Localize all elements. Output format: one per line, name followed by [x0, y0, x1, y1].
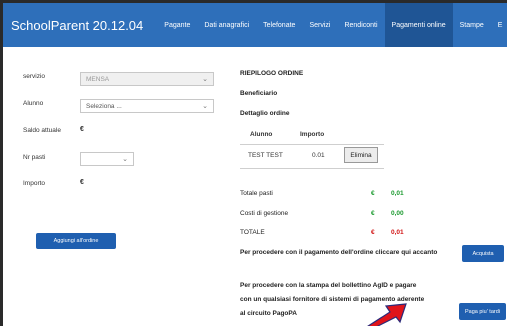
totale-pasti-label: Totale pasti — [240, 190, 273, 197]
totale-value: 0,01 — [391, 229, 404, 236]
importo-label: Importo — [23, 180, 46, 187]
top-navbar: SchoolParent 20.12.04 Pagante Dati anagr… — [3, 3, 507, 47]
acquista-button[interactable]: Acquista — [462, 245, 504, 262]
col-alunno-header: Alunno — [250, 131, 273, 138]
servizio-select: MENSA ⌄ — [80, 72, 214, 86]
table-bottom-line — [240, 168, 384, 169]
costi-value: 0,00 — [391, 210, 404, 217]
saldo-value: € — [80, 126, 84, 133]
nav-pagamenti-online[interactable]: Pagamenti online — [384, 3, 453, 47]
dettaglio-label: Dettaglio ordine — [240, 110, 290, 117]
later-instructions-line1: Per procedere con la stampa del bolletti… — [240, 282, 417, 289]
alunno-label: Alunno — [23, 100, 44, 107]
nav-pagante[interactable]: Pagante — [157, 3, 197, 47]
beneficiario-label: Beneficiario — [240, 90, 278, 97]
table-divider — [240, 144, 384, 145]
nav-more[interactable]: E — [491, 3, 503, 47]
costi-label: Costi di gestione — [240, 210, 289, 217]
paga-piu-tardi-button[interactable]: Paga piu' tardi — [459, 303, 506, 320]
pay-instructions: Per procedere con il pagamento dell'ordi… — [240, 249, 438, 256]
app-brand[interactable]: SchoolParent 20.12.04 — [11, 18, 143, 33]
nr-pasti-label: Nr pasti — [23, 154, 46, 161]
alunno-select[interactable]: Seleziona ... ⌄ — [80, 99, 214, 113]
chevron-down-icon: ⌄ — [122, 156, 128, 163]
totale-currency: € — [371, 229, 375, 236]
nav-rendiconti[interactable]: Rendiconti — [337, 3, 384, 47]
red-arrow-icon — [367, 303, 407, 326]
order-title: RIEPILOGO ORDINE — [240, 70, 304, 77]
servizio-value: MENSA — [86, 76, 110, 83]
row-importo: 0.01 — [312, 152, 325, 159]
add-to-order-button[interactable]: Aggiungi all'ordine — [36, 233, 116, 249]
alunno-value: Seleziona ... — [86, 103, 122, 110]
delete-row-button[interactable]: Elimina — [344, 147, 378, 163]
col-importo-header: Importo — [300, 131, 325, 138]
costi-currency: € — [371, 210, 375, 217]
totale-pasti-currency: € — [371, 190, 375, 197]
later-instructions-line3: al circuito PagoPA — [240, 310, 297, 317]
totale-pasti-value: 0,01 — [391, 190, 404, 197]
nr-pasti-select[interactable]: ⌄ — [80, 152, 134, 166]
servizio-label: servizio — [23, 73, 46, 80]
nav-servizi[interactable]: Servizi — [302, 3, 337, 47]
window-frame — [0, 0, 507, 326]
nav-stampe[interactable]: Stampe — [453, 3, 491, 47]
chevron-down-icon: ⌄ — [202, 76, 208, 83]
saldo-label: Saldo attuale — [23, 127, 61, 134]
importo-value: € — [80, 179, 84, 186]
totale-label: TOTALE — [240, 229, 265, 236]
nav-telefonate[interactable]: Telefonate — [256, 3, 302, 47]
chevron-down-icon: ⌄ — [202, 103, 208, 110]
row-alunno: TEST TEST — [248, 152, 283, 159]
nav-dati-anagrafici[interactable]: Dati anagrafici — [197, 3, 256, 47]
